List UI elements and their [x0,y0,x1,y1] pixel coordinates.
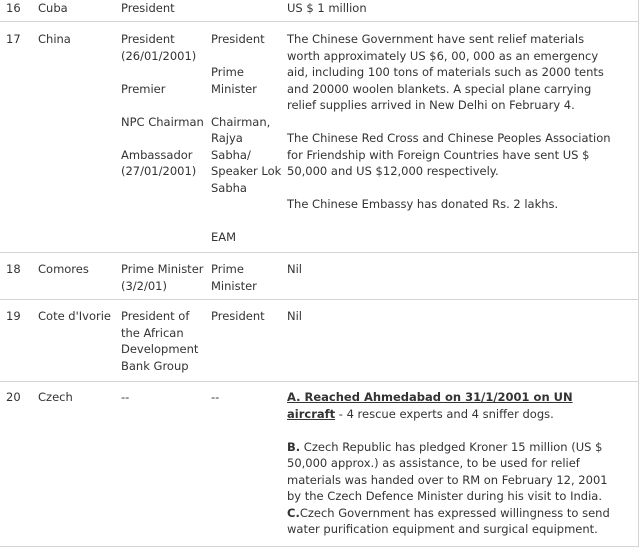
assistance-b-text: Czech Republic has pledged Kroner 15 mil… [287,439,608,504]
assistance-text: A. Reached Ahmedabad on 31/1/2001 on UN … [287,389,617,538]
row-number: 17 [6,32,21,46]
country-name: China [38,32,71,46]
country-name: Cuba [38,1,68,15]
assistance-paragraph-a: A. Reached Ahmedabad on 31/1/2001 on UN … [287,389,617,422]
country-name: Czech [38,390,73,404]
assistance-a-rest: - 4 rescue experts and 4 sniffer dogs. [335,406,554,421]
table-row: 20 Czech -- -- A. Reached Ahmedabad on 3… [0,382,639,547]
assistance-text: Nil [287,309,302,323]
recipient-item: President [211,32,265,46]
row-number: 16 [6,1,21,15]
row-number: 20 [6,390,21,404]
recipient: Prime Minister [211,262,257,293]
assistance-paragraph-c: C.Czech Government has expressed willing… [287,505,617,538]
level-of-condolence: President (26/01/2001) Premier NPC Chair… [121,31,209,180]
table-row: 19 Cote d'Ivorie President of the Africa… [0,300,639,382]
item-label: C. [287,505,300,520]
assistance-paragraph: The Chinese Government have sent relief … [287,32,604,112]
item-label: B. [287,439,301,454]
table-row: 18 Comores Prime Minister (3/2/01) Prime… [0,252,639,300]
level-of-condolence: -- [121,390,130,404]
level-item: Premier [121,81,166,96]
assistance-text: US $ 1 million [287,1,367,15]
level-item: NPC Chairman [121,114,204,129]
assistance-c-text: Czech Government has expressed willingne… [287,505,610,537]
country-name: Cote d'Ivorie [38,309,111,323]
assistance-text: Nil [287,262,302,276]
recipient: -- [211,390,220,404]
recipient-item: Prime Minister [211,65,257,96]
country-name: Comores [38,262,89,276]
table-row: 17 China President (26/01/2001) Premier … [0,22,639,253]
recipient: President Prime Minister Chairman, Rajya… [211,31,285,246]
assistance-paragraph: The Chinese Embassy has donated Rs. 2 la… [287,197,559,211]
assistance-paragraph-b: B. Czech Republic has pledged Kroner 15 … [287,439,617,505]
recipient-item: Chairman, Rajya Sabha/ Speaker Lok Sabha [211,114,282,195]
level-item: Ambassador (27/01/2001) [121,147,197,179]
row-number: 19 [6,309,21,323]
level-of-condolence: President [121,1,175,15]
assistance-text: The Chinese Government have sent relief … [287,31,617,213]
assistance-paragraph: The Chinese Red Cross and Chinese People… [287,131,611,178]
level-of-condolence: President of the African Development Ban… [121,309,199,373]
level-item: President (26/01/2001) [121,32,197,63]
table-row: 16 Cuba President US $ 1 million [0,0,639,22]
row-number: 18 [6,262,21,276]
recipient: President [211,309,265,323]
level-of-condolence: Prime Minister (3/2/01) [121,262,204,293]
recipient-item: EAM [211,230,237,244]
